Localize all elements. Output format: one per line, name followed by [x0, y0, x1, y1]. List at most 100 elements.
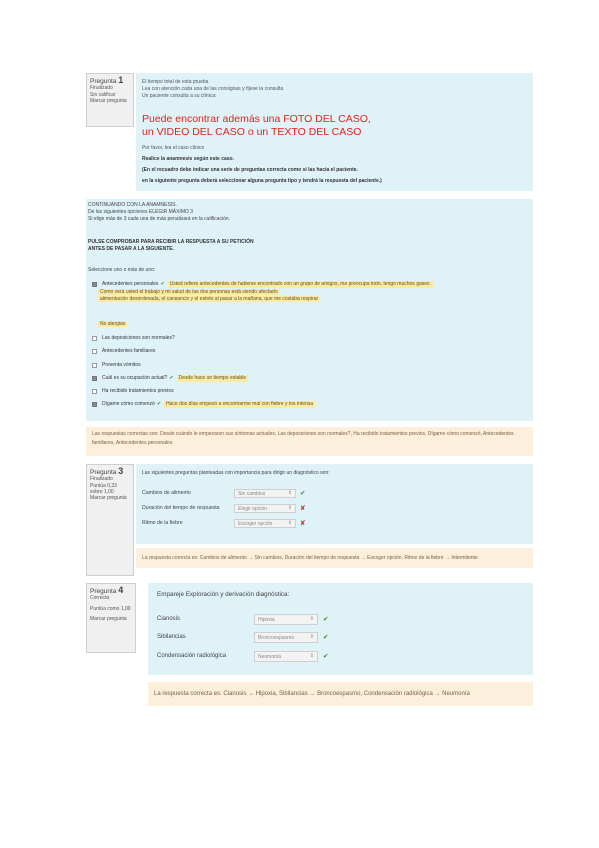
- option-vomitos[interactable]: Presenta vómitos: [92, 362, 141, 369]
- question-points: Puntúa 0,33 sobre 1,00: [90, 482, 117, 495]
- match-select-value: Hipoxia: [258, 617, 275, 623]
- q4-prompt: Empareje Exploración y derivación diagnó…: [157, 591, 290, 598]
- question-number: 1: [118, 75, 124, 85]
- option-tratamientos[interactable]: Ha recibido tratamientos previos: [92, 388, 174, 395]
- q4-feedback-text: La respuesta correcta es: Cianosis → Hip…: [154, 691, 470, 697]
- match-row-label: Condensación radiológica: [157, 653, 227, 659]
- checkbox[interactable]: [92, 336, 97, 341]
- match-select[interactable]: Hipoxia ⇕: [254, 614, 318, 625]
- question-points: Puntúa como 1,00: [90, 605, 131, 612]
- option-feedback-extra: Como verá usted el trabajo y mi salud de…: [98, 289, 280, 295]
- match-row-label: Cambios de alimento: [142, 490, 191, 496]
- q3-feedback-text: La respuesta correcta es: Cambios de ali…: [142, 555, 478, 561]
- select-prompt: Seleccione uno o más de uno:: [88, 267, 156, 273]
- question-number: 3: [118, 466, 124, 476]
- instruction-line: en la siguiente pregunta deberá seleccio…: [142, 178, 382, 184]
- checkbox[interactable]: [92, 389, 97, 394]
- option-antecedentes-familiares[interactable]: Antecedentes familiares: [92, 348, 155, 355]
- instruction-line: Realice la anamnesis según este caso.: [142, 156, 234, 162]
- option-feedback: Usted refiere antecedentes de haberse en…: [167, 281, 433, 288]
- intro-line: Lea con atención cada una de las consign…: [142, 86, 284, 92]
- option-antecedentes-personales[interactable]: Antecedentes personales ✔ Usted refiere …: [92, 281, 433, 288]
- question-panel-1: El tiempo total de esta prueba Lea con a…: [136, 73, 533, 191]
- flag-question-link[interactable]: Marcar pregunta: [90, 98, 130, 104]
- intro-line: Un paciente consulta a su clínica:: [142, 93, 217, 99]
- question-info-1: Pregunta 1 Finalizado Sin calificar Marc…: [86, 73, 134, 127]
- q3-general-feedback: La respuesta correcta es: Cambios de ali…: [136, 548, 533, 568]
- q4-general-feedback: La respuesta correcta es: Cianosis → Hip…: [148, 682, 533, 706]
- option-label: Las deposiciones son normales?: [102, 335, 175, 341]
- question-label: Pregunta: [90, 588, 117, 595]
- q2-general-feedback: Las respuestas correctas son: Desde cuán…: [86, 427, 533, 456]
- intro-line: El tiempo total de esta prueba: [142, 79, 209, 85]
- question-panel-4: Empareje Exploración y derivación diagnó…: [148, 583, 533, 675]
- dropdown-icon: ⇕: [309, 616, 314, 622]
- dropdown-icon: ⇕: [309, 653, 314, 659]
- match-select-value: Broncoespasmo: [258, 635, 295, 641]
- option-feedback: Hace dos días empezó a encontrarme mal c…: [164, 401, 316, 408]
- q2-feedback-text: Las respuestas correctas son: Desde cuán…: [92, 431, 514, 446]
- match-row-label: Duración del tiempo de respuesta: [142, 505, 220, 511]
- checkbox[interactable]: [92, 282, 97, 287]
- question-state: Correcta: [90, 595, 110, 602]
- option-sublabel: No alergias: [98, 321, 128, 327]
- question-panel-3: Las siguientes preguntas planteadas con …: [136, 464, 533, 544]
- flag-question-link[interactable]: Marcar pregunta: [90, 495, 130, 501]
- case-media-note: un VIDEO DEL CASO o un TEXTO DEL CASO: [142, 125, 362, 138]
- flag-question-link[interactable]: Marcar pregunta: [90, 616, 132, 622]
- option-label: Antecedentes personales: [102, 281, 159, 287]
- option-feedback-extra: alimentación desordenada, el cansancio y…: [98, 296, 321, 302]
- option-label: Ha recibido tratamientos previos: [102, 388, 174, 394]
- correct-icon: ✔: [323, 653, 329, 660]
- q3-prompt: Las siguientes preguntas planteadas con …: [142, 470, 330, 476]
- q2-header-line: Si elige más de 3 cada una de más penali…: [88, 216, 231, 222]
- case-media-note: Puede encontrar además una FOTO DEL CASO…: [142, 113, 371, 125]
- incorrect-icon: ✘: [300, 520, 306, 527]
- match-select[interactable]: Neumonía ⇕: [254, 651, 318, 662]
- question-label: Pregunta: [90, 78, 117, 85]
- dropdown-icon: ⇕: [309, 634, 314, 640]
- q2-instruction-line: ANTES DE PASAR A LA SIGUIENTE.: [88, 246, 175, 252]
- dropdown-icon: ⇕: [287, 505, 292, 511]
- checkbox[interactable]: [92, 376, 97, 381]
- question-panel-2: CONTINUANDO CON LA ANAMNESIS. De las sig…: [86, 199, 533, 421]
- dropdown-icon: ⇕: [287, 490, 292, 496]
- correct-icon: ✔: [160, 281, 165, 287]
- match-select-value: Escoger opción: [238, 521, 273, 527]
- checkbox[interactable]: [92, 349, 97, 354]
- question-label: Pregunta: [90, 469, 117, 476]
- option-label: Cuál es su ocupación actual?: [102, 375, 168, 381]
- case-read-note: Por favor, lea el caso clínico: [142, 145, 205, 151]
- match-row-label: Ritmo de la fiebre: [142, 520, 183, 526]
- dropdown-icon: ⇕: [287, 520, 292, 526]
- question-info-4: Pregunta 4 Correcta Puntúa como 1,00 Mar…: [86, 583, 136, 653]
- option-ocupacion[interactable]: Cuál es su ocupación actual? ✔ Desde hac…: [92, 375, 249, 382]
- checkbox[interactable]: [92, 402, 97, 407]
- option-label: Antecedentes familiares: [102, 348, 156, 354]
- match-select[interactable]: Elegir opción ⇕: [234, 504, 296, 513]
- option-label: Dígame cómo comenzó: [102, 401, 155, 407]
- checkbox[interactable]: [92, 363, 97, 368]
- option-como-comenzo[interactable]: Dígame cómo comenzó ✔ Hace dos días empe…: [92, 401, 316, 408]
- match-select-value: Elegir opción: [238, 506, 267, 512]
- instruction-line: (En el recuadro debe indicar una serie d…: [142, 167, 358, 173]
- q2-header-line: CONTINUANDO CON LA ANAMNESIS.: [88, 202, 177, 208]
- match-row-label: Sibilancias: [157, 634, 186, 640]
- correct-icon: ✔: [323, 616, 329, 623]
- match-row-label: Cianosis: [157, 616, 181, 622]
- correct-icon: ✔: [300, 490, 306, 497]
- match-select-value: Sin cambios: [238, 491, 266, 497]
- correct-icon: ✔: [323, 634, 329, 641]
- correct-icon: ✔: [169, 375, 174, 381]
- match-select-value: Neumonía: [258, 654, 282, 660]
- q2-instruction-line: PULSE COMPROBAR PARA RECIBIR LA RESPUEST…: [88, 239, 254, 245]
- match-select[interactable]: Escoger opción ⇕: [234, 519, 296, 528]
- incorrect-icon: ✘: [300, 505, 306, 512]
- match-select[interactable]: Sin cambios ⇕: [234, 489, 296, 498]
- option-label: Presenta vómitos: [102, 362, 141, 368]
- question-number: 4: [118, 585, 124, 595]
- option-deposiciones[interactable]: Las deposiciones son normales?: [92, 335, 175, 342]
- q2-header-line: De las siguientes opciones ELEGIR MÁXIMO…: [88, 209, 194, 215]
- option-feedback: Desde hace un tiempo estable: [176, 375, 249, 382]
- match-select[interactable]: Broncoespasmo ⇕: [254, 632, 318, 643]
